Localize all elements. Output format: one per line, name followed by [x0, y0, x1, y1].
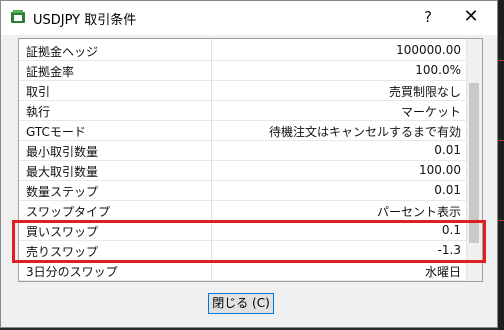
property-label: 売りスワップ — [26, 245, 99, 259]
property-value: 水曜日 — [424, 265, 461, 279]
property-row[interactable]: 最小取引数量 0.01 — [19, 141, 467, 161]
property-value: 100000.00 — [396, 43, 461, 57]
property-row[interactable]: 証拠金率 100.0% — [19, 61, 467, 81]
close-dialog-button[interactable]: 閉じる (C) — [208, 293, 274, 314]
property-value: 0.01 — [434, 143, 461, 157]
property-label: 最小取引数量 — [26, 145, 99, 159]
property-value: 100.00 — [419, 163, 461, 177]
property-row[interactable]: スワップタイプ パーセント表示 — [19, 201, 467, 221]
property-row[interactable]: 証拠金ヘッジ 100000.00 — [19, 41, 467, 61]
close-icon[interactable]: ✕ — [459, 5, 483, 29]
property-label: 最大取引数量 — [26, 165, 99, 179]
property-label: 買いスワップ — [26, 225, 99, 239]
property-row[interactable]: 3日分のスワップ 水曜日 — [19, 261, 467, 281]
property-value: 0.01 — [434, 183, 461, 197]
property-row[interactable]: 最大取引数量 100.00 — [19, 161, 467, 181]
property-value: 0.1 — [441, 223, 461, 237]
property-row[interactable]: 数量ステップ 0.01 — [19, 181, 467, 201]
background-chart-strip — [498, 0, 504, 330]
property-row[interactable]: GTCモード 待機注文はキャンセルするまで有効 — [19, 121, 467, 141]
property-value: 売買制限なし — [388, 85, 461, 99]
property-row[interactable]: 執行 マーケット — [19, 101, 467, 121]
property-value: -1.3 — [437, 243, 461, 257]
property-label: 取引 — [26, 85, 51, 99]
property-row[interactable]: 取引 売買制限なし — [19, 81, 467, 101]
property-label: 数量ステップ — [26, 185, 99, 199]
properties-grid[interactable]: 証拠金ヘッジ 100000.00 証拠金率 100.0% 取引 売買制限なし執行 マーケット… — [18, 38, 483, 282]
property-label: スワップタイプ — [26, 205, 111, 219]
property-value: マーケット — [400, 105, 461, 119]
scrollbar-thumb[interactable] — [469, 83, 479, 243]
vertical-scrollbar[interactable] — [466, 39, 482, 281]
property-label: 証拠金率 — [26, 65, 75, 79]
property-value: 100.0% — [415, 63, 461, 77]
property-value: 待機注文はキャンセルするまで有効 — [268, 125, 461, 139]
title-bar[interactable]: USDJPY 取引条件 ? ✕ — [1, 1, 497, 35]
property-label: 証拠金ヘッジ — [26, 45, 99, 59]
property-row[interactable]: 買いスワップ 0.1 — [19, 221, 467, 241]
app-icon — [11, 10, 25, 23]
property-value: パーセント表示 — [376, 205, 461, 219]
help-button[interactable]: ? — [416, 6, 440, 28]
symbol-properties-dialog: USDJPY 取引条件 ? ✕ 証拠金ヘッジ 100000.00 証拠金率 100.0… — [0, 0, 498, 328]
property-row[interactable]: 売りスワップ -1.3 — [19, 241, 467, 261]
window-title: USDJPY 取引条件 — [33, 13, 137, 28]
property-label: 執行 — [26, 105, 51, 119]
property-label: GTCモード — [26, 125, 86, 139]
property-label: 3日分のスワップ — [26, 265, 118, 279]
